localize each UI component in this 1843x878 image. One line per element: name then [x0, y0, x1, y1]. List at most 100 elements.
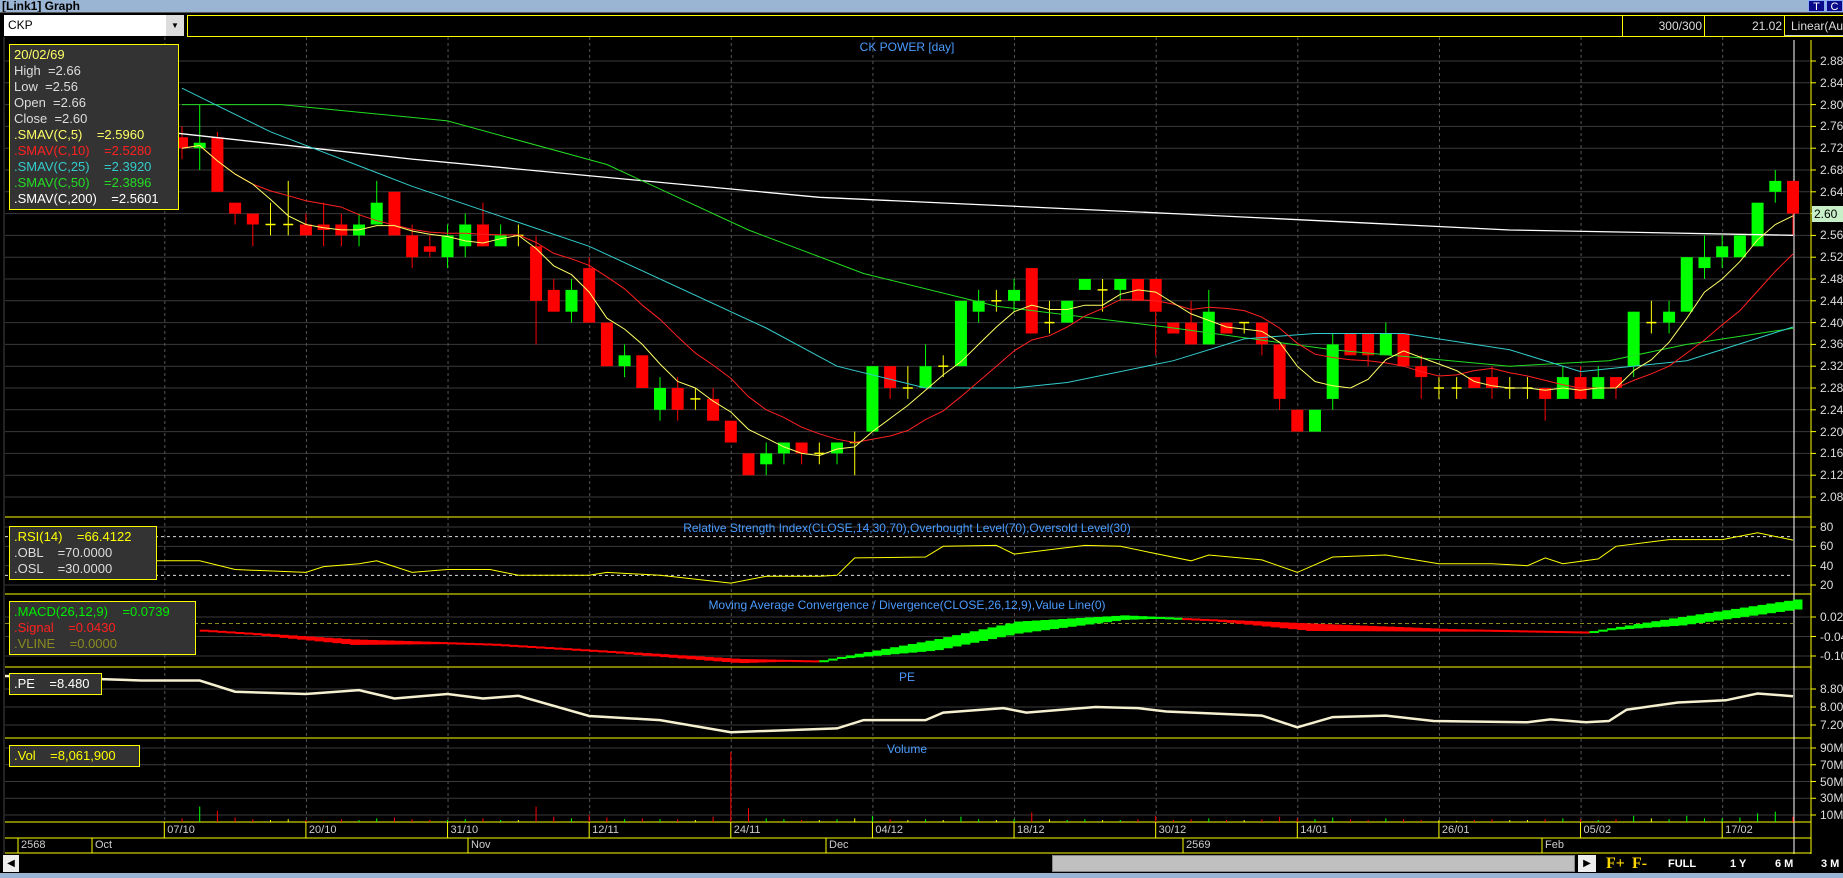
macd-band	[536, 646, 546, 649]
macd-band	[1447, 629, 1458, 632]
candle-body	[1061, 300, 1074, 323]
candle-body	[246, 213, 259, 225]
candle-body	[1680, 257, 1693, 312]
macd-band	[1279, 622, 1290, 629]
macd-band	[1040, 620, 1051, 631]
macd-band	[1235, 620, 1245, 624]
candle-body	[600, 322, 613, 367]
macd-band	[1483, 629, 1493, 632]
macd-band	[1394, 626, 1405, 632]
macd-band	[350, 639, 360, 645]
macd-band	[1784, 600, 1794, 611]
candle-body	[671, 388, 684, 410]
candle-body	[1716, 246, 1729, 258]
range-3m-button[interactable]: 3 M	[1821, 856, 1839, 872]
info-sma25: .SMAV(C,25) =2.3920	[14, 159, 152, 174]
price-axis-label: 2.48	[1820, 272, 1843, 286]
macd-band	[199, 629, 210, 632]
zoom-in-button[interactable]: F+	[1606, 856, 1625, 872]
macd-band	[1438, 628, 1449, 632]
range-6m-button[interactable]: 6 M	[1775, 856, 1793, 872]
chart-canvas[interactable]	[0, 37, 1843, 854]
range-1y-button[interactable]: 1 Y	[1730, 856, 1746, 872]
macd-band	[615, 651, 626, 654]
macd-band	[385, 640, 396, 645]
macd-band	[1731, 608, 1741, 619]
macd-band	[474, 643, 484, 646]
scroll-thumb[interactable]	[1052, 855, 1575, 872]
chevron-down-icon[interactable]: ▼	[166, 15, 184, 36]
macd-band	[987, 627, 997, 640]
pe-axis-label: 8.80	[1820, 682, 1843, 696]
candle-body	[724, 420, 737, 443]
macd-band	[359, 639, 369, 645]
macd-band	[1084, 617, 1095, 625]
macd-band	[243, 632, 254, 635]
volume-axis-label: 50M	[1820, 774, 1843, 789]
macd-band	[1562, 631, 1573, 634]
month-label: Nov	[471, 839, 491, 851]
series	[4, 87, 1803, 822]
macd-band	[1350, 625, 1360, 632]
scale-selector[interactable]: Linear(Au	[1784, 16, 1843, 36]
price-axis-label: 2.72	[1820, 141, 1843, 156]
zoom-out-button[interactable]: F-	[1632, 856, 1647, 872]
macd-band	[305, 636, 316, 641]
sma25-line	[181, 87, 1794, 389]
rsi-axis-label: 80	[1820, 520, 1834, 534]
macd-band	[1385, 626, 1396, 632]
macd-band	[854, 653, 865, 658]
candle-body	[954, 300, 967, 367]
macd-band	[1536, 630, 1546, 633]
window-button-t[interactable]: T	[1808, 0, 1825, 13]
scroll-left-arrow[interactable]: ◀	[3, 855, 19, 872]
range-full-button[interactable]: FULL	[1668, 856, 1696, 872]
macd-band	[1208, 619, 1219, 622]
info-open: Open =2.66	[14, 95, 86, 110]
info-close: Close =2.60	[14, 111, 88, 126]
macd-band	[1571, 631, 1582, 634]
date-label: 31/10	[450, 824, 479, 836]
candle-body	[583, 268, 596, 323]
macd-band	[1173, 617, 1183, 620]
macd-band	[1146, 616, 1157, 620]
macd-band	[1315, 623, 1325, 632]
macd-band	[1058, 618, 1068, 628]
symbol-combobox[interactable]: CKP ▼	[4, 15, 184, 36]
macd-band	[739, 658, 750, 664]
macd-band	[1775, 602, 1785, 612]
info-signal: .Signal =0.0430	[14, 620, 116, 635]
symbol-value: CKP	[8, 18, 33, 32]
macd-band	[1120, 615, 1130, 620]
price-axis-label: 2.24	[1820, 402, 1843, 417]
macd-band	[1031, 620, 1042, 632]
macd-band	[1341, 624, 1352, 632]
scrollbar[interactable]: ◀ ▶	[0, 854, 1843, 873]
macd-band	[819, 660, 829, 663]
macd-band	[996, 625, 1006, 638]
macd-band	[1244, 620, 1254, 625]
window-button-c[interactable]: C	[1826, 0, 1843, 13]
macd-band	[1403, 627, 1413, 632]
macd-band	[527, 645, 537, 648]
macd-band	[837, 656, 847, 659]
scroll-right-arrow[interactable]: ▶	[1578, 855, 1596, 872]
price-axis-label: 2.68	[1820, 163, 1843, 177]
month-label: 2568	[21, 839, 46, 851]
macd-band	[1093, 616, 1104, 624]
macd-band	[1261, 621, 1272, 627]
macd-band	[952, 635, 962, 647]
info-vline: .VLINE =0.0000	[14, 636, 117, 651]
macd-band	[589, 649, 599, 652]
pe-panel-title: PE	[898, 670, 915, 684]
candle-body	[299, 224, 312, 236]
macd-band	[695, 656, 705, 660]
candle-body	[636, 355, 649, 388]
macd-band	[438, 642, 449, 645]
macd-band	[1412, 627, 1422, 632]
macd-band	[491, 643, 502, 646]
macd-band	[394, 640, 404, 645]
macd-band	[571, 648, 581, 651]
macd-band	[518, 645, 528, 648]
macd-band	[429, 641, 440, 645]
